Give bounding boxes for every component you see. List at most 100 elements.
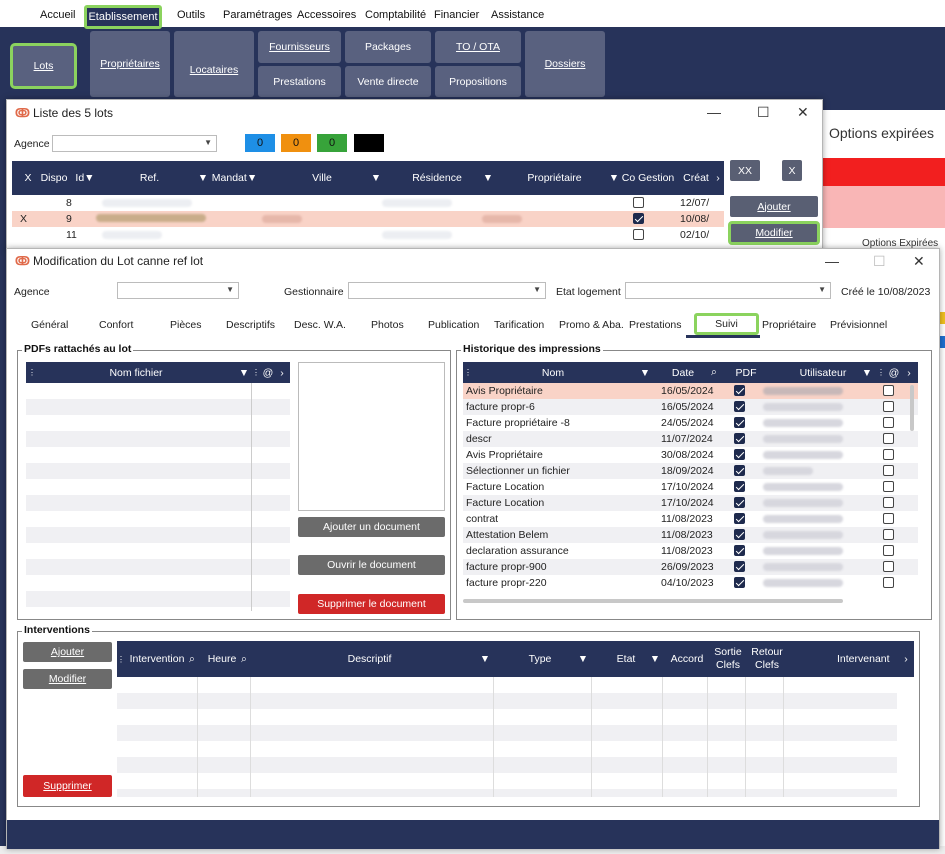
chevron-right-icon[interactable]: › bbox=[900, 641, 912, 677]
at-checkbox[interactable] bbox=[883, 529, 894, 540]
menu-accessoires[interactable]: Accessoires bbox=[297, 9, 356, 21]
menu-parametrages[interactable]: Paramétrages bbox=[223, 9, 292, 21]
tab-tarification[interactable]: Tarification bbox=[494, 319, 544, 331]
ouvrir-document-button[interactable]: Ouvrir le document bbox=[298, 555, 445, 575]
col-id[interactable]: Id ▼ bbox=[70, 161, 100, 195]
modifier-intervention-button[interactable]: Modifier bbox=[23, 669, 112, 689]
menu-outils[interactable]: Outils bbox=[177, 9, 205, 21]
table-row[interactable]: facture propr-220 04/10/2023 bbox=[463, 575, 918, 591]
vente-directe-button[interactable]: Vente directe bbox=[345, 66, 431, 97]
pdf-checkbox[interactable] bbox=[734, 577, 745, 588]
supprimer-intervention-button[interactable]: Supprimer bbox=[23, 775, 112, 797]
chevron-right-icon[interactable]: › bbox=[903, 362, 915, 383]
at-checkbox[interactable] bbox=[883, 561, 894, 572]
close-icon[interactable]: ✕ bbox=[797, 104, 809, 121]
counter-green[interactable]: 0 bbox=[317, 134, 347, 152]
supprimer-document-button[interactable]: Supprimer le document bbox=[298, 594, 445, 614]
gestionnaire-select[interactable]: ▼ bbox=[348, 282, 546, 299]
col-x[interactable]: X bbox=[16, 161, 40, 195]
at-checkbox[interactable] bbox=[883, 401, 894, 412]
filter-icon[interactable]: ▼ bbox=[639, 362, 651, 383]
at-checkbox[interactable] bbox=[883, 465, 894, 476]
horizontal-scrollbar[interactable] bbox=[463, 599, 843, 603]
pdf-checkbox[interactable] bbox=[734, 449, 745, 460]
pdf-checkbox[interactable] bbox=[734, 465, 745, 476]
counter-black[interactable] bbox=[354, 134, 384, 152]
col-descriptif[interactable]: Descriptif bbox=[322, 641, 417, 677]
pdf-checkbox[interactable] bbox=[734, 545, 745, 556]
minimize-icon[interactable]: — bbox=[825, 253, 839, 269]
tab-prestations[interactable]: Prestations bbox=[629, 319, 682, 331]
drag-handle-icon[interactable]: ⋮ bbox=[463, 362, 473, 383]
table-row[interactable]: Facture propriétaire -8 24/05/2024 bbox=[463, 415, 918, 431]
col-intervention[interactable]: Intervention bbox=[127, 641, 187, 677]
pdfs-table-body[interactable] bbox=[26, 383, 290, 611]
dossiers-button[interactable]: Dossiers bbox=[525, 31, 605, 97]
at-checkbox[interactable] bbox=[883, 545, 894, 556]
col-creat[interactable]: Créat bbox=[676, 161, 716, 195]
drag-handle-icon[interactable]: ⋮ bbox=[877, 362, 885, 383]
ajouter-intervention-button[interactable]: Ajouter bbox=[23, 642, 112, 662]
pdf-checkbox[interactable] bbox=[734, 433, 745, 444]
table-row[interactable]: descr 11/07/2024 bbox=[463, 431, 918, 447]
col-ville[interactable]: Ville bbox=[272, 161, 372, 195]
menu-etablissement[interactable]: Etablissement bbox=[84, 5, 162, 29]
proprietaires-button[interactable]: Propriétaires bbox=[90, 31, 170, 97]
search-icon[interactable]: ⌕ bbox=[239, 641, 249, 677]
table-row[interactable]: Avis Propriétaire 30/08/2024 bbox=[463, 447, 918, 463]
table-row[interactable]: facture propr-6 16/05/2024 bbox=[463, 399, 918, 415]
tab-general[interactable]: Général bbox=[31, 319, 68, 331]
table-row[interactable]: 11 02/10/ bbox=[12, 227, 724, 243]
filter-icon[interactable]: ▼ bbox=[370, 161, 382, 195]
counter-blue[interactable]: 0 bbox=[245, 134, 275, 152]
pdf-checkbox[interactable] bbox=[734, 401, 745, 412]
at-checkbox[interactable] bbox=[883, 449, 894, 460]
col-residence[interactable]: Résidence bbox=[382, 161, 492, 195]
table-row[interactable]: 8 12/07/ bbox=[12, 195, 724, 211]
etat-logement-select[interactable]: ▼ bbox=[625, 282, 831, 299]
tab-confort[interactable]: Confort bbox=[99, 319, 133, 331]
counter-orange[interactable]: 0 bbox=[281, 134, 311, 152]
col-mandat[interactable]: Mandat ▼ bbox=[212, 161, 257, 195]
col-retour-clefs[interactable]: Retour Clefs bbox=[749, 641, 785, 677]
at-checkbox[interactable] bbox=[883, 417, 894, 428]
col-type[interactable]: Type bbox=[525, 641, 555, 677]
filter-icon[interactable]: ▼ bbox=[238, 362, 250, 383]
filter-icon[interactable]: ▼ bbox=[482, 161, 494, 195]
at-icon[interactable]: @ bbox=[887, 362, 901, 383]
chevron-right-icon[interactable]: › bbox=[712, 161, 724, 195]
table-row[interactable]: Avis Propriétaire 16/05/2024 bbox=[463, 383, 918, 399]
modifier-lot-button[interactable]: Modifier bbox=[728, 221, 820, 245]
agence-select[interactable]: ▼ bbox=[117, 282, 239, 299]
table-row[interactable]: declaration assurance 11/08/2023 bbox=[463, 543, 918, 559]
tab-proprietaire[interactable]: Propriétaire bbox=[762, 319, 816, 331]
table-row[interactable]: contrat 11/08/2023 bbox=[463, 511, 918, 527]
menu-financier[interactable]: Financier bbox=[434, 9, 479, 21]
menu-assistance[interactable]: Assistance bbox=[491, 9, 544, 21]
table-row[interactable]: Facture Location 17/10/2024 bbox=[463, 495, 918, 511]
col-nom[interactable]: Nom bbox=[483, 362, 623, 383]
col-etat[interactable]: Etat bbox=[611, 641, 641, 677]
at-checkbox[interactable] bbox=[883, 497, 894, 508]
pdf-checkbox[interactable] bbox=[734, 385, 745, 396]
co-gestion-checkbox[interactable] bbox=[633, 213, 644, 224]
interventions-table-body[interactable] bbox=[117, 677, 897, 797]
col-nom-fichier[interactable]: Nom fichier bbox=[46, 362, 226, 383]
propositions-button[interactable]: Propositions bbox=[435, 66, 521, 97]
tab-promo-aba[interactable]: Promo & Aba. bbox=[559, 319, 624, 331]
maximize-icon[interactable]: ☐ bbox=[873, 253, 886, 270]
x-button[interactable]: X bbox=[782, 160, 802, 181]
table-row[interactable]: X 9 10/08/ bbox=[12, 211, 724, 227]
search-icon[interactable]: ⌕ bbox=[708, 362, 720, 383]
filter-icon[interactable]: ▼ bbox=[649, 641, 661, 677]
maximize-icon[interactable]: ☐ bbox=[757, 104, 770, 121]
xx-button[interactable]: XX bbox=[730, 160, 760, 181]
drag-handle-icon[interactable]: ⋮ bbox=[26, 362, 38, 383]
col-proprietaire[interactable]: Propriétaire bbox=[502, 161, 607, 195]
ajouter-document-button[interactable]: Ajouter un document bbox=[298, 517, 445, 537]
packages-button[interactable]: Packages bbox=[345, 31, 431, 63]
pdf-checkbox[interactable] bbox=[734, 513, 745, 524]
chevron-right-icon[interactable]: › bbox=[276, 362, 288, 383]
ajouter-lot-button[interactable]: Ajouter bbox=[730, 196, 818, 217]
tab-previsionnel[interactable]: Prévisionnel bbox=[830, 319, 887, 331]
